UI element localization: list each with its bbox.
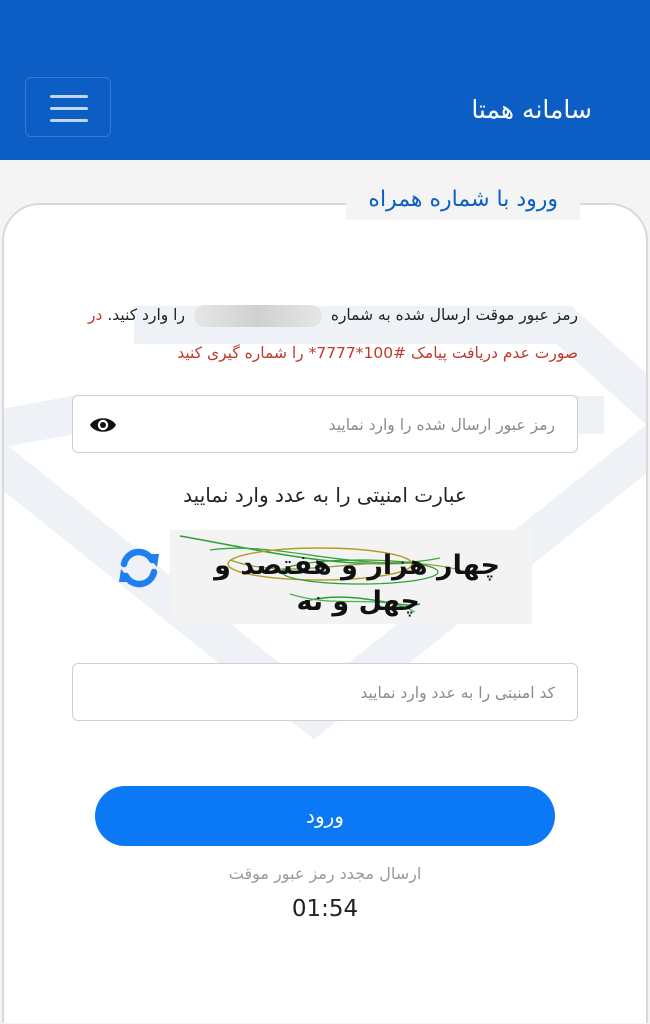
login-button[interactable]: ورود — [95, 786, 555, 846]
captcha-input[interactable] — [93, 664, 557, 722]
menu-button[interactable] — [25, 77, 111, 137]
password-field — [72, 395, 578, 454]
masked-phone-number — [193, 304, 322, 327]
instruction-text: رمز عبور موقت ارسال شده به شماره — [330, 306, 578, 324]
captcha-text-line1: چهار هزار و هفتصد و — [212, 550, 500, 581]
menu-icon-bar — [50, 119, 88, 122]
app-header: سامانه همتا — [0, 0, 650, 160]
instruction-text: را وارد کنید. — [107, 306, 185, 324]
hamburger-menu-icon — [50, 95, 88, 98]
captcha-image: چهار هزار و هفتصد و چهل و نه — [170, 530, 532, 624]
otp-instructions: رمز عبور موقت ارسال شده به شماره را وارد… — [40, 296, 578, 372]
login-legend: ورود با شماره همراه — [346, 184, 580, 220]
resend-otp-link[interactable]: ارسال مجدد رمز عبور موقت — [150, 864, 500, 883]
captcha-field — [72, 663, 578, 722]
warning-text: صورت عدم دریافت پیامک #100*7777* را شمار… — [177, 344, 578, 362]
warning-text: در — [88, 306, 103, 324]
countdown-timer: 01:54 — [291, 896, 359, 922]
captcha-text-line2: چهل و نه — [297, 586, 420, 617]
refresh-icon[interactable] — [115, 544, 163, 592]
menu-icon-bar — [50, 107, 88, 110]
eye-icon[interactable] — [89, 414, 117, 436]
app-title: سامانه همتا — [471, 95, 592, 124]
security-label: عبارت امنیتی را به عدد وارد نمایید — [183, 483, 467, 507]
password-input[interactable] — [129, 396, 557, 454]
